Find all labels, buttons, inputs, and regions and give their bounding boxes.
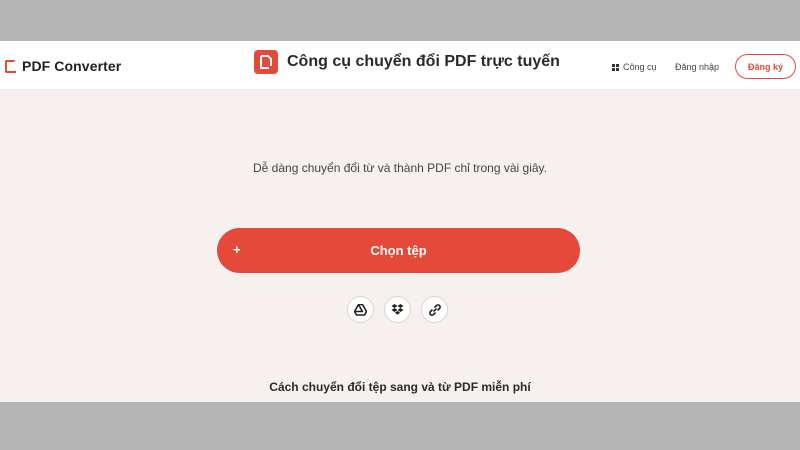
top-navbar: PDF Converter Công cụ chuyển đổi PDF trự… <box>0 41 800 90</box>
signup-button[interactable]: Đăng ký <box>735 54 796 79</box>
dropbox-icon <box>391 303 404 315</box>
app-frame: PDF Converter Công cụ chuyển đổi PDF trự… <box>0 41 800 402</box>
link-icon <box>428 303 441 316</box>
login-link[interactable]: Đăng nhập <box>675 62 719 72</box>
dropbox-button[interactable] <box>384 296 411 323</box>
page-title-group: Công cụ chuyển đổi PDF trực tuyến <box>254 50 560 74</box>
hero-subtitle: Dễ dàng chuyển đổi từ và thành PDF chỉ t… <box>253 161 547 175</box>
nav-tools-menu[interactable]: Công cụ <box>612 62 657 72</box>
howto-heading: Cách chuyển đổi tệp sang và từ PDF miễn … <box>269 380 531 394</box>
google-drive-button[interactable] <box>347 296 374 323</box>
pdf-app-icon <box>254 50 278 74</box>
page-title: Công cụ chuyển đổi PDF trực tuyến <box>287 53 560 70</box>
choose-file-button[interactable]: + Chọn tệp <box>217 228 580 273</box>
google-drive-icon <box>354 303 367 316</box>
nav-tools-label: Công cụ <box>623 62 657 72</box>
brand-name: PDF Converter <box>22 58 122 74</box>
plus-icon: + <box>233 242 241 257</box>
link-url-button[interactable] <box>421 296 448 323</box>
brand-logo-link[interactable]: PDF Converter <box>5 58 121 74</box>
choose-file-label: Chọn tệp <box>370 243 427 258</box>
upload-source-row <box>347 296 458 323</box>
pdf-logo-icon <box>5 59 16 73</box>
grid-icon <box>612 63 619 71</box>
